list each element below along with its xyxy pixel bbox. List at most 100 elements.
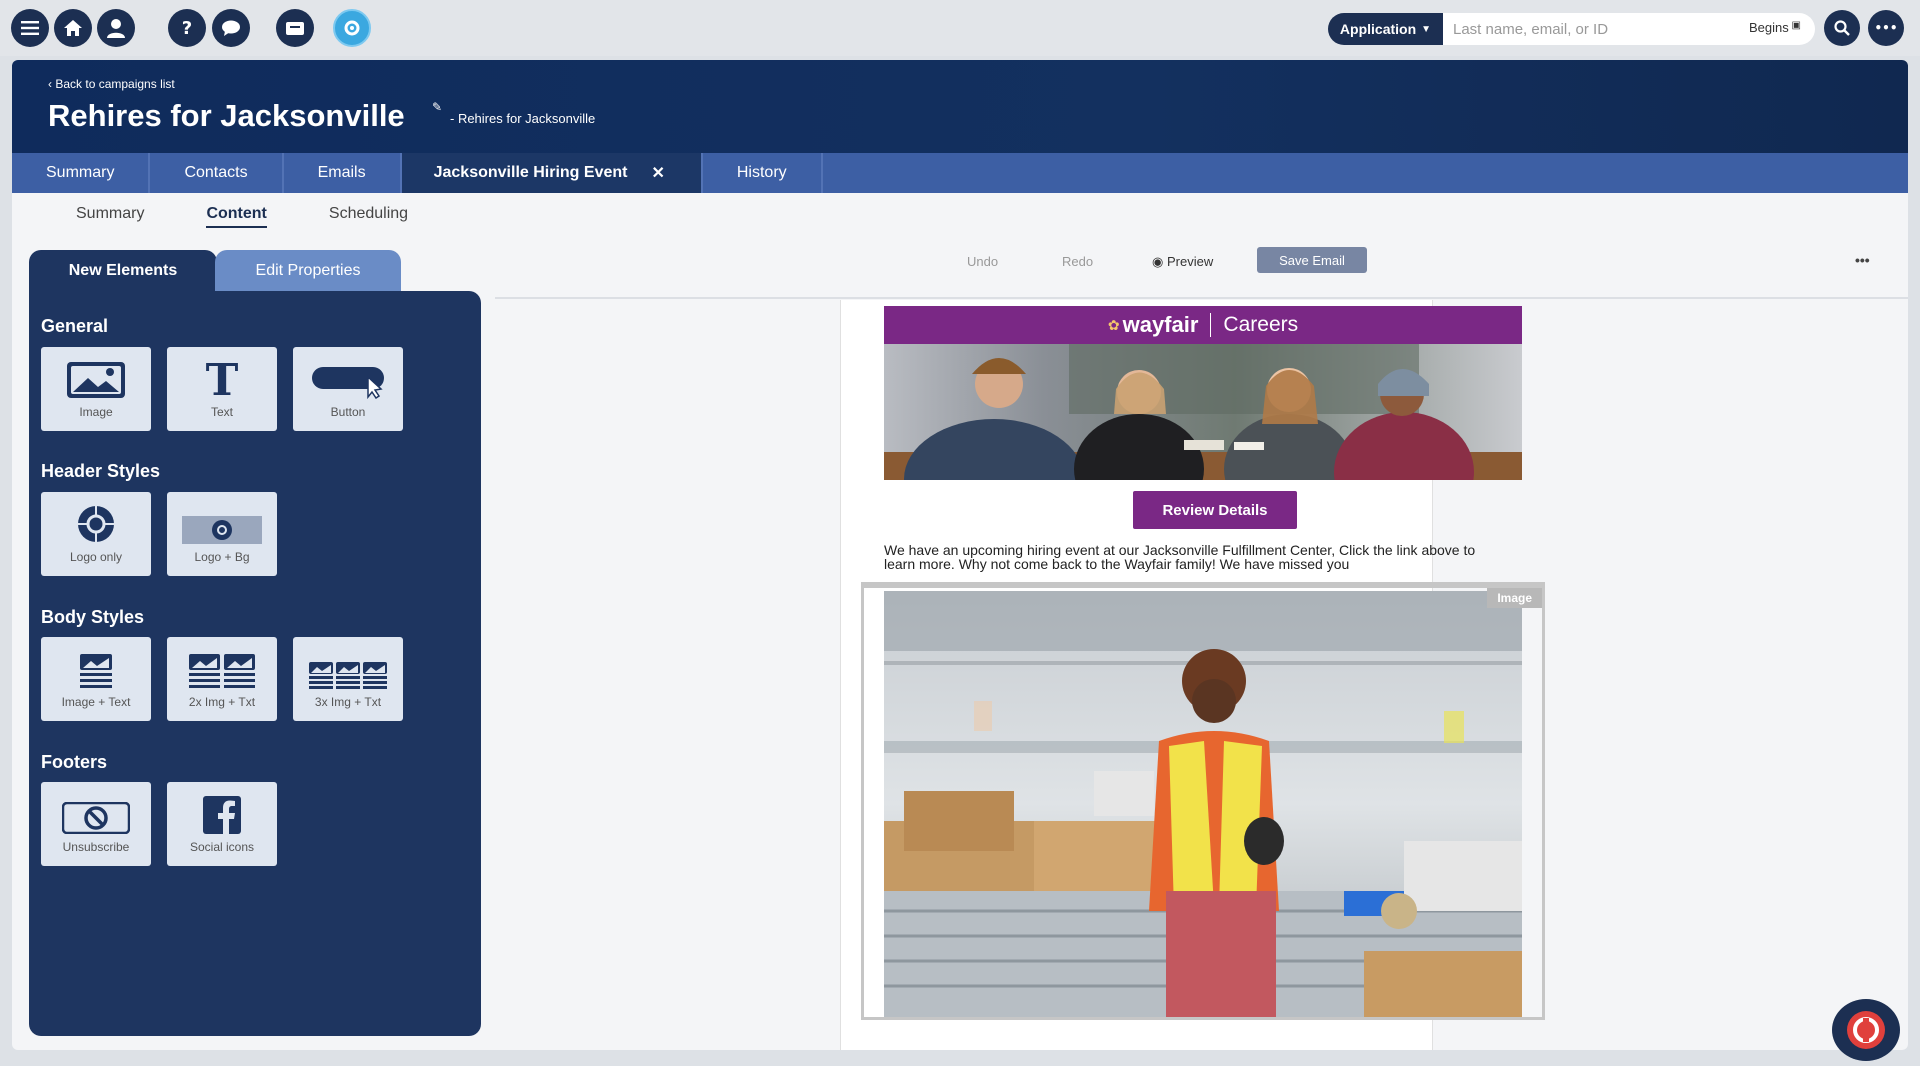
sub-tabs: Summary Content Scheduling [76, 205, 470, 228]
text-icon: T [206, 359, 239, 399]
unsubscribe-tile[interactable]: Unsubscribe [41, 782, 151, 866]
preview-label: Preview [1166, 254, 1214, 269]
image-element-tile[interactable]: Image [41, 347, 151, 431]
tab-edit-properties[interactable]: Edit Properties [215, 250, 401, 292]
undo-button[interactable]: Undo [967, 254, 998, 269]
tab-label: Emails [317, 164, 366, 181]
section-footers-heading: Footers [41, 752, 108, 772]
tile-label: Unsubscribe [62, 840, 130, 854]
two-image-text-icon [189, 654, 255, 688]
tile-label: Button [330, 405, 366, 419]
selected-image-block[interactable]: Image [861, 582, 1545, 1020]
menu-icon[interactable] [11, 9, 49, 47]
logo-bg-icon [182, 516, 262, 544]
elements-panel: General Image T Text Button Header Style… [29, 291, 481, 1036]
image-block-label: Image [1487, 588, 1542, 608]
divider [1210, 313, 1212, 337]
image-text-icon [80, 654, 112, 688]
tab-label: Jacksonville Hiring Event [433, 164, 628, 181]
section-general-heading: General [41, 316, 109, 336]
chevron-down-icon: ▼ [1421, 23, 1432, 35]
chat-icon[interactable] [212, 9, 250, 47]
more-options-button[interactable]: ••• [1855, 252, 1870, 268]
email-body-text[interactable]: We have an upcoming hiring event at our … [884, 543, 1504, 571]
warehouse-photo[interactable] [884, 591, 1522, 1017]
unsubscribe-icon [62, 802, 130, 834]
search-icon[interactable] [1824, 10, 1860, 46]
logo-only-tile[interactable]: Logo only [41, 492, 151, 576]
tab-label: Summary [46, 164, 115, 181]
button-element-tile[interactable]: Button [293, 347, 403, 431]
top-toolbar: ? Application ▼ Begins ▣ ••• [0, 0, 1920, 56]
logo-icon [78, 506, 114, 542]
search-box: Begins ▣ [1443, 13, 1815, 45]
application-selector-label: Application [1339, 21, 1417, 37]
wayfair-logo-icon: ✿ [1107, 316, 1120, 333]
filter-icon: ▣ [1788, 20, 1801, 31]
tile-label: Text [210, 405, 233, 419]
help-icon[interactable]: ? [168, 9, 206, 47]
button-icon [312, 367, 384, 399]
back-link-label: Back to campaigns list [55, 77, 175, 91]
review-details-button[interactable]: Review Details [1133, 491, 1297, 529]
more-options-icon[interactable]: ••• [1868, 10, 1904, 46]
svg-text:T: T [206, 359, 239, 399]
tab-emails[interactable]: Emails [284, 153, 402, 193]
tile-label: 3x Img + Txt [314, 695, 382, 709]
edit-icon[interactable]: ✎ [432, 100, 442, 114]
tile-label: Logo only [69, 550, 123, 564]
subtab-content[interactable]: Content [206, 205, 267, 228]
image-icon [67, 362, 125, 398]
tab-jacksonville-hiring-event[interactable]: Jacksonville Hiring Event ✕ [401, 153, 703, 193]
logo-bg-tile[interactable]: Logo + Bg [167, 492, 277, 576]
three-image-text-icon [309, 662, 387, 689]
brand-name: wayfair [1122, 312, 1199, 337]
tab-contacts[interactable]: Contacts [150, 153, 284, 193]
search-mode-label: Begins [1749, 20, 1789, 35]
three-image-text-tile[interactable]: 3x Img + Txt [293, 637, 403, 721]
inbox-icon[interactable] [276, 9, 314, 47]
home-icon[interactable] [54, 9, 92, 47]
tab-label: Contacts [184, 164, 248, 181]
tile-label: Image [79, 405, 113, 419]
team-photo[interactable] [884, 344, 1522, 480]
tile-label: 2x Img + Txt [188, 695, 256, 709]
page-subtitle: - Rehires for Jacksonville [450, 111, 596, 126]
preview-button[interactable]: ◉ Preview [1152, 254, 1213, 270]
tab-summary[interactable]: Summary [12, 153, 151, 193]
campaign-header: ‹ Back to campaigns list Rehires for Jac… [12, 60, 1908, 153]
tile-label: Image + Text [61, 695, 131, 709]
close-icon[interactable]: ✕ [651, 163, 664, 183]
image-text-tile[interactable]: Image + Text [41, 637, 151, 721]
tab-label: History [736, 164, 787, 181]
subtab-scheduling[interactable]: Scheduling [329, 205, 408, 228]
application-selector[interactable]: Application ▼ [1328, 13, 1443, 45]
back-link[interactable]: ‹ Back to campaigns list [48, 77, 175, 91]
divider [495, 297, 1908, 299]
tile-label: Logo + Bg [194, 550, 250, 564]
eye-icon: ◉ [1152, 254, 1167, 269]
main-frame: ‹ Back to campaigns list Rehires for Jac… [12, 60, 1908, 1050]
facebook-icon [203, 796, 241, 834]
two-image-text-tile[interactable]: 2x Img + Txt [167, 637, 277, 721]
text-element-tile[interactable]: T Text [167, 347, 277, 431]
page-title: Rehires for Jacksonville [48, 98, 405, 133]
main-tabs: Summary Contacts Emails Jacksonville Hir… [12, 153, 1908, 193]
tile-label: Social icons [189, 840, 255, 854]
section-header-styles-heading: Header Styles [41, 461, 161, 481]
user-icon[interactable] [97, 9, 135, 47]
settings-icon[interactable] [333, 9, 371, 47]
section-body-styles-heading: Body Styles [41, 607, 145, 627]
redo-button[interactable]: Redo [1062, 254, 1093, 269]
social-icons-tile[interactable]: Social icons [167, 782, 277, 866]
email-header-banner[interactable]: ✿ wayfair Careers [884, 306, 1522, 344]
email-canvas: ✿ wayfair Careers Review Details We have… [840, 300, 1545, 1050]
help-widget-icon[interactable] [1832, 999, 1900, 1061]
save-email-button[interactable]: Save Email [1257, 247, 1367, 273]
search-input[interactable] [1453, 20, 1733, 38]
tab-history[interactable]: History [703, 153, 823, 193]
tab-new-elements[interactable]: New Elements [29, 250, 217, 292]
subtab-summary[interactable]: Summary [76, 205, 144, 228]
search-mode-toggle[interactable]: Begins ▣ [1749, 20, 1801, 35]
brand-suffix: Careers [1223, 313, 1299, 336]
